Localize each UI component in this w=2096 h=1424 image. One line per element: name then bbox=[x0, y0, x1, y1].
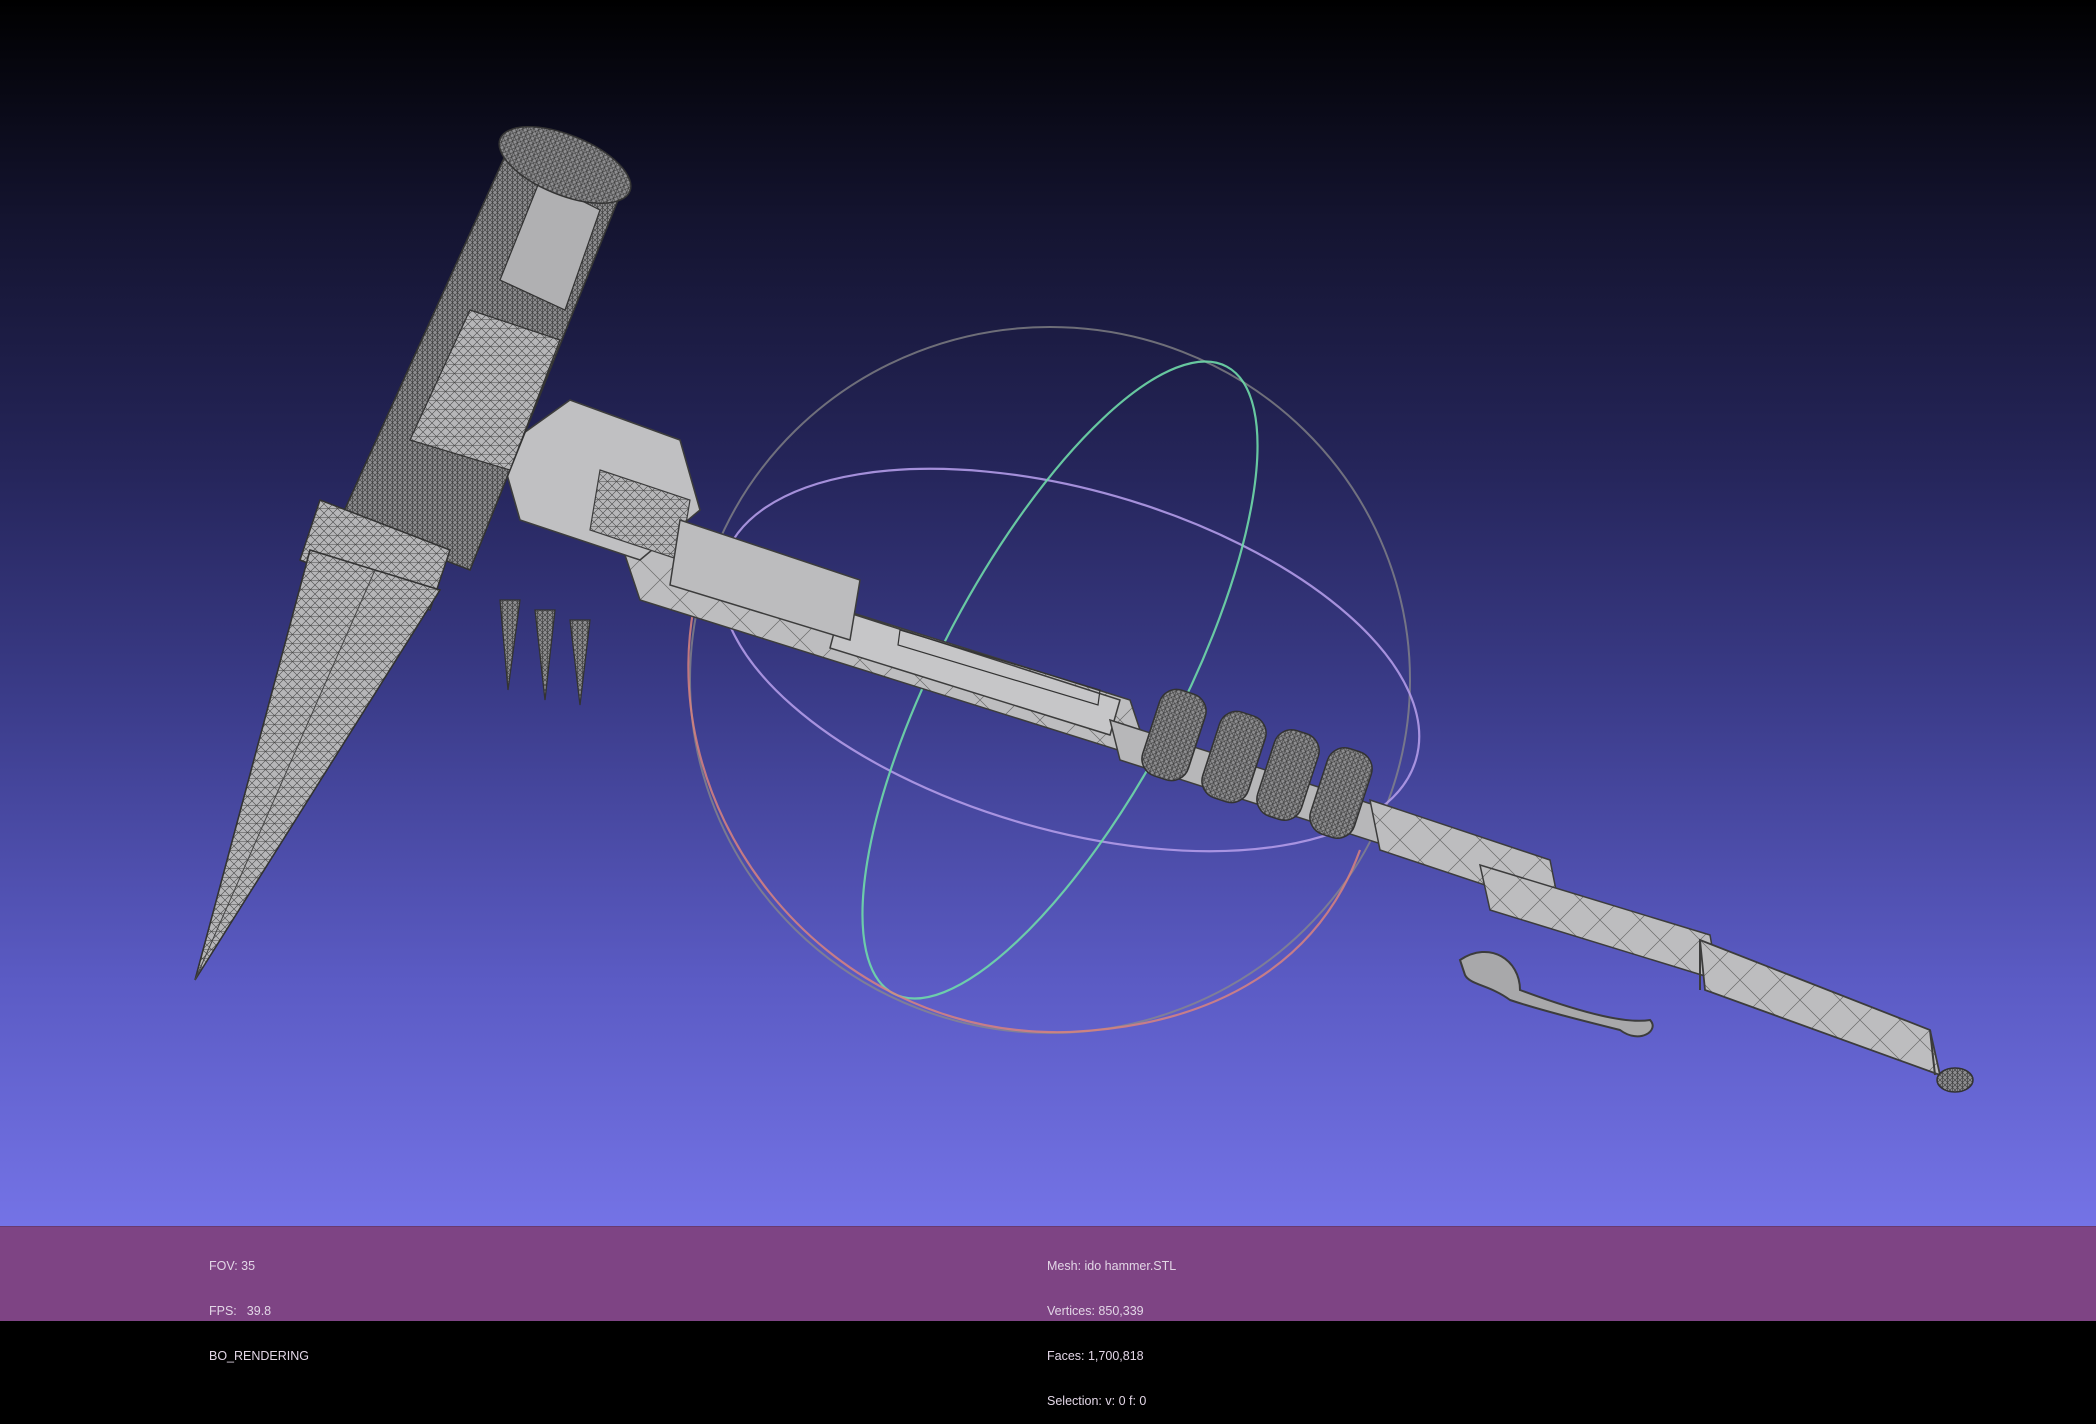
selection-readout: Selection: v: 0 f: 0 bbox=[1047, 1394, 1147, 1408]
mesh-info-panel: Mesh: ido hammer.STL Vertices: 850,339 F… bbox=[1047, 1229, 1176, 1424]
fps-value: 39.8 bbox=[246, 1304, 272, 1318]
hammer-pick-tip bbox=[194, 548, 442, 981]
barrel-rings bbox=[1141, 688, 1373, 839]
faces-readout: Faces: 1,700,818 bbox=[1047, 1349, 1144, 1363]
mesh-name-readout: Mesh: ido hammer.STL bbox=[1047, 1259, 1177, 1273]
render-info-panel: FOV: 35 FPS: 39.8 BO_RENDERING bbox=[209, 1229, 309, 1379]
fov-readout: FOV: 35 bbox=[209, 1259, 256, 1273]
vertices-readout: Vertices: 850,339 bbox=[1047, 1304, 1144, 1318]
mesh-scene[interactable] bbox=[0, 0, 2096, 1226]
fps-label: FPS: bbox=[209, 1304, 237, 1318]
3d-viewport[interactable] bbox=[0, 0, 2096, 1226]
fps-readout: FPS: 39.8 bbox=[209, 1304, 309, 1319]
hammer-head-block bbox=[499, 399, 861, 706]
render-mode-readout: BO_RENDERING bbox=[209, 1349, 310, 1363]
